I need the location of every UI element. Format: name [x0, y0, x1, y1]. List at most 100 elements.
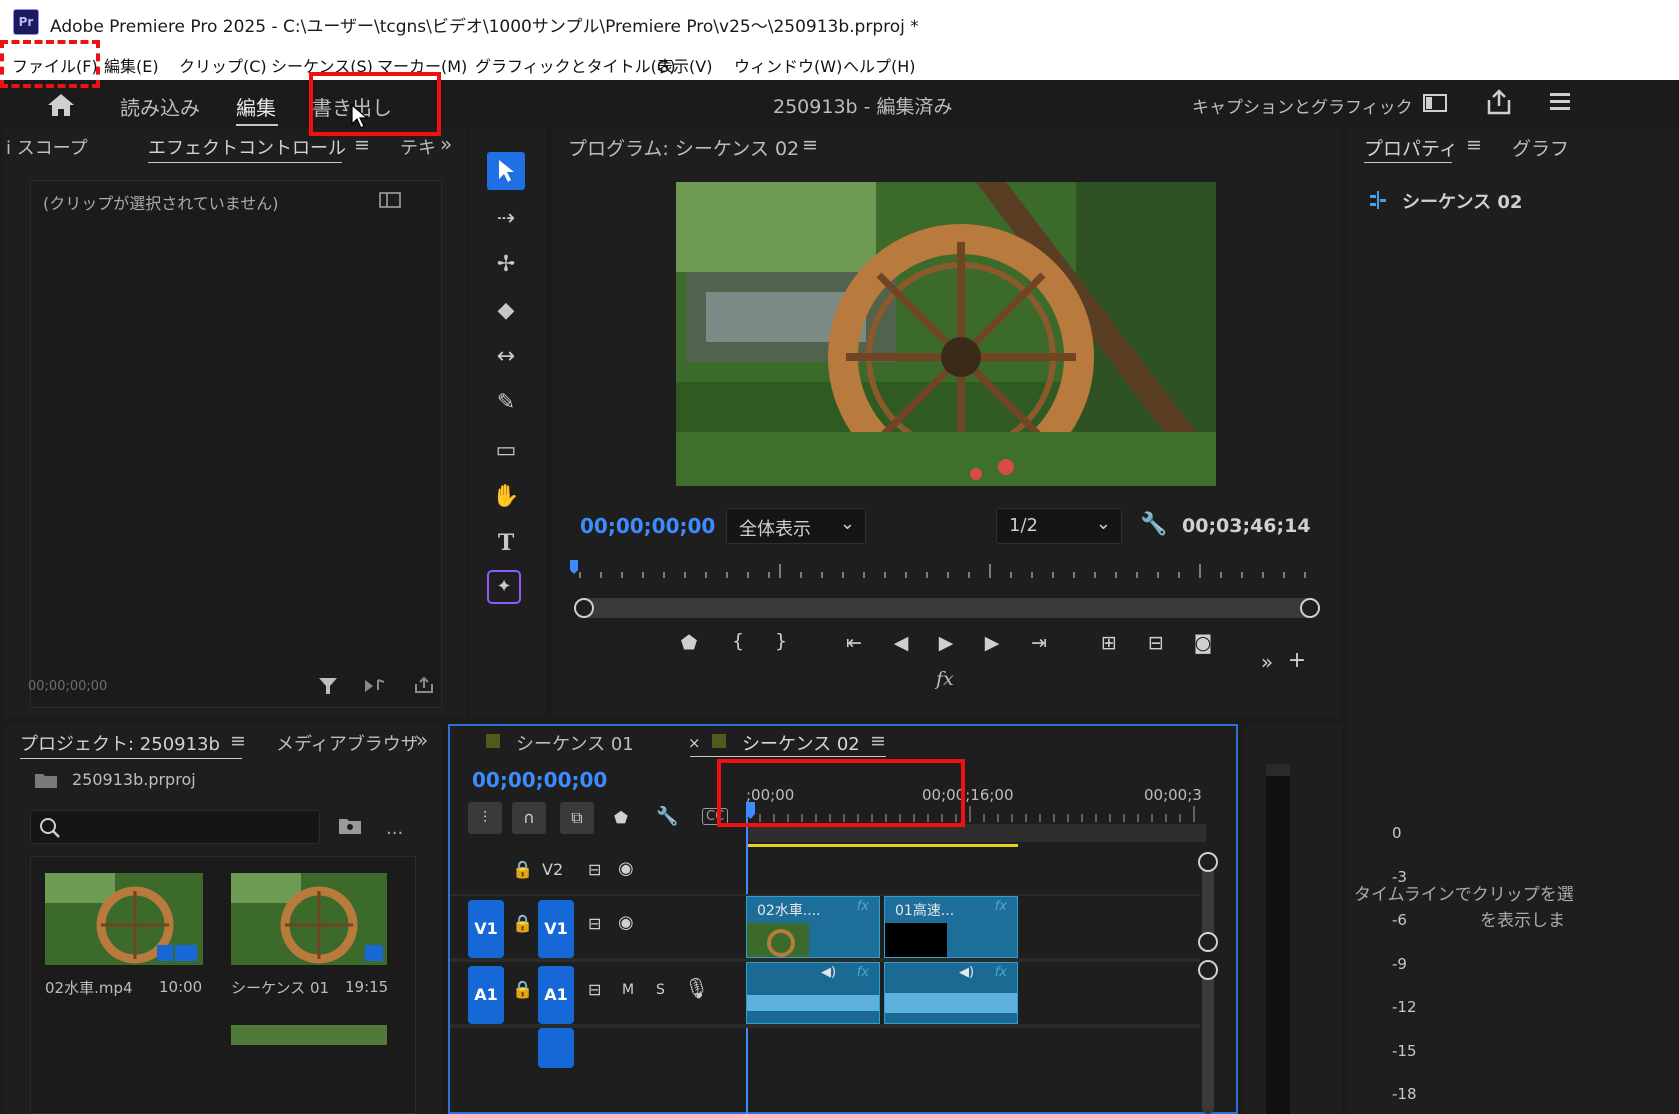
sync-lock-icon[interactable]: ⊟	[588, 860, 601, 879]
track-target-a2[interactable]	[538, 1028, 574, 1068]
tab-edit[interactable]: 編集	[236, 92, 276, 121]
lift-icon[interactable]: ⊞	[1094, 632, 1124, 654]
project-menu-icon[interactable]: ≡	[230, 730, 246, 752]
video-clip-highspeed[interactable]: 01高速... fx	[884, 896, 1018, 958]
track-lock-icon[interactable]: 🔒	[512, 980, 533, 1000]
zoom-scroll-bar[interactable]	[574, 598, 1320, 618]
toggle-timeline-view-icon[interactable]	[379, 191, 401, 209]
play-icon[interactable]: ▶	[931, 632, 961, 654]
video-clip-water-wheel[interactable]: 02水車.... fx	[746, 896, 880, 958]
video-track-scrollbar[interactable]	[1198, 852, 1218, 952]
linked-selection-icon[interactable]: ⧉	[560, 802, 594, 834]
snap-magnet-icon[interactable]: ∩	[512, 802, 546, 834]
tab-import[interactable]: 読み込み	[120, 92, 200, 121]
step-forward-icon[interactable]: ▶	[977, 632, 1007, 654]
hand-tool-icon[interactable]: ✋	[487, 478, 525, 516]
source-patch-a1[interactable]: A1	[468, 966, 504, 1024]
export-frame-icon[interactable]	[414, 676, 434, 694]
menu-marker[interactable]: マーカー(M)	[377, 53, 467, 77]
solo-track-button[interactable]: S	[656, 982, 665, 998]
export-frame-camera-icon[interactable]: ◙	[1188, 632, 1218, 654]
timeline-marker-icon[interactable]: ⬟	[614, 808, 628, 827]
tab-sequence-02[interactable]: シーケンス 02	[742, 730, 860, 756]
mute-track-button[interactable]: M	[622, 982, 634, 998]
wrench-settings-icon[interactable]: 🔧	[1140, 512, 1167, 537]
button-overflow-icon[interactable]: »	[1252, 650, 1282, 674]
scroll-handle-bottom[interactable]	[1198, 932, 1218, 952]
generative-tool-icon[interactable]: ✦	[487, 570, 521, 604]
program-monitor-title[interactable]: プログラム: シーケンス 02	[568, 134, 799, 161]
filter-icon[interactable]	[318, 676, 338, 696]
tab-media-browser[interactable]: メディアブラウザ	[276, 730, 419, 756]
audio-track-scrollbar[interactable]	[1198, 960, 1218, 1114]
workspace-label[interactable]: キャプションとグラフィック	[1192, 93, 1413, 118]
tab-graphics[interactable]: グラフ	[1512, 134, 1569, 161]
panel-layout-icon[interactable]	[1423, 93, 1447, 113]
track-select-tool-icon[interactable]: ⇢	[487, 200, 525, 238]
thumbnail-water-wheel[interactable]	[45, 873, 203, 965]
sync-lock-icon[interactable]: ⊟	[588, 980, 601, 999]
go-to-out-icon[interactable]: ⇥	[1024, 632, 1054, 654]
sync-lock-icon[interactable]: ⊟	[588, 914, 601, 933]
program-menu-icon[interactable]: ≡	[802, 134, 818, 156]
timeline-current-timecode[interactable]: 00;00;00;00	[472, 768, 607, 792]
ripple-edit-tool-icon[interactable]: ✢	[487, 246, 525, 284]
menu-edit[interactable]: 編集(E)	[104, 53, 159, 77]
mark-in-icon[interactable]: {	[723, 630, 753, 652]
menu-graphics-titles[interactable]: グラフィックとタイトル(G)	[475, 53, 676, 77]
add-marker-icon[interactable]: ⬟	[674, 632, 704, 654]
source-patch-v1[interactable]: V1	[468, 900, 504, 958]
track-lock-icon[interactable]: 🔒	[512, 914, 533, 934]
slip-tool-icon[interactable]: ↔	[487, 338, 525, 376]
pen-tool-icon[interactable]: ✎	[487, 384, 525, 422]
go-to-in-icon[interactable]: ⇤	[839, 632, 869, 654]
program-current-timecode[interactable]: 00;00;00;00	[580, 514, 715, 538]
program-time-ruler[interactable]	[570, 558, 1320, 584]
audio-clip-water-wheel[interactable]: ◀) fx	[746, 962, 880, 1024]
track-target-v1[interactable]: V1	[538, 900, 574, 958]
type-tool-icon[interactable]: T	[487, 524, 525, 562]
tab-properties[interactable]: プロパティ	[1364, 134, 1458, 161]
timeline-menu-icon[interactable]: ≡	[870, 730, 886, 752]
find-folder-icon[interactable]	[338, 816, 362, 836]
tab-text[interactable]: テキ	[400, 134, 436, 160]
step-back-icon[interactable]: ◀	[886, 632, 916, 654]
voiceover-mic-icon[interactable]: 🎙	[684, 976, 709, 1000]
thumbnail-sequence-01[interactable]	[231, 873, 387, 965]
tab-project[interactable]: プロジェクト: 250913b	[20, 730, 220, 756]
captions-cc-icon[interactable]: CC	[702, 808, 729, 825]
selection-tool-icon[interactable]	[487, 152, 525, 190]
track-lock-icon[interactable]: 🔒	[512, 860, 533, 880]
insert-nest-icon[interactable]: ⫶	[468, 802, 502, 834]
menu-view[interactable]: 表示(V)	[657, 53, 712, 77]
rectangle-tool-icon[interactable]: ▭	[487, 432, 525, 470]
audio-clip-highspeed[interactable]: ◀) fx	[884, 962, 1018, 1024]
properties-menu-icon[interactable]: ≡	[1466, 134, 1482, 156]
scroll-handle-top[interactable]	[1198, 852, 1218, 872]
zoom-handle-left[interactable]	[574, 598, 594, 618]
panel-overflow-icon[interactable]: »	[440, 132, 452, 156]
zoom-dropdown[interactable]: 全体表示 ⌄	[726, 508, 866, 544]
tab-scopes[interactable]: i スコープ	[6, 134, 88, 160]
button-editor-plus-icon[interactable]: +	[1282, 648, 1312, 673]
project-overflow-icon[interactable]: »	[416, 728, 428, 752]
share-export-icon[interactable]	[1486, 88, 1512, 116]
work-area-bar[interactable]	[746, 844, 1018, 847]
razor-tool-icon[interactable]: ◆	[487, 292, 525, 330]
timeline-wrench-icon[interactable]: 🔧	[656, 806, 678, 827]
thumbnail-partial[interactable]	[231, 1025, 387, 1045]
tab-sequence-01[interactable]: シーケンス 01	[516, 730, 634, 756]
more-menu-icon[interactable]	[1548, 90, 1570, 114]
project-more-options[interactable]: ...	[386, 818, 403, 839]
scroll-handle-top[interactable]	[1198, 960, 1218, 980]
close-tab-icon[interactable]: ×	[688, 734, 701, 752]
extract-icon[interactable]: ⊟	[1141, 632, 1171, 654]
track-eye-icon[interactable]: ◉	[618, 912, 634, 933]
menu-window[interactable]: ウィンドウ(W)	[734, 53, 842, 77]
play-audio-icon[interactable]	[364, 678, 386, 694]
menu-sequence[interactable]: シーケンス(S)	[271, 53, 373, 77]
zoom-handle-right[interactable]	[1300, 598, 1320, 618]
track-label-v2[interactable]: V2	[542, 860, 563, 879]
menu-clip[interactable]: クリップ(C)	[179, 53, 267, 77]
resolution-dropdown[interactable]: 1/2 ⌄	[996, 508, 1122, 544]
